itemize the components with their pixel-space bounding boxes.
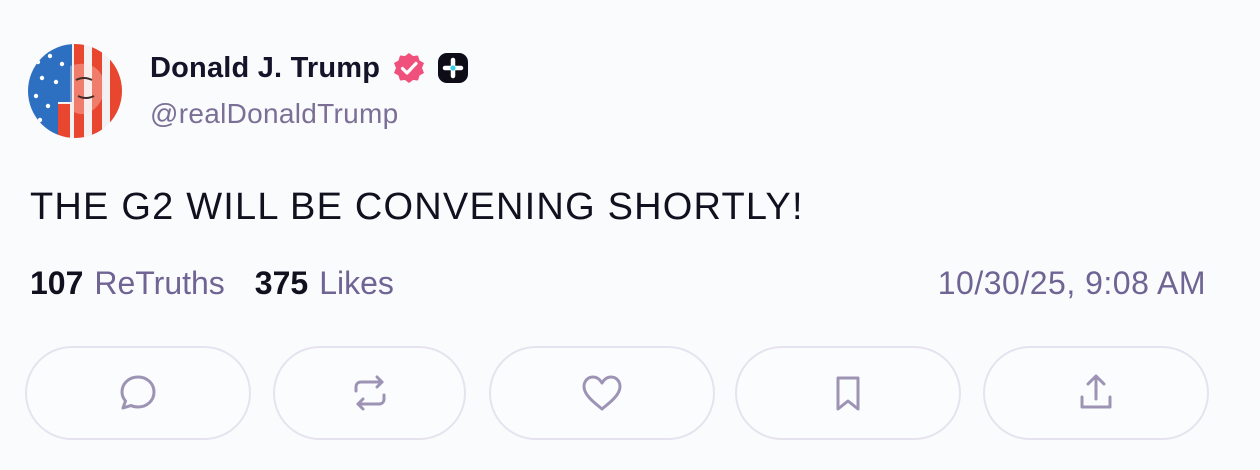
plus-badge-icon xyxy=(436,51,470,85)
author-handle[interactable]: @realDonaldTrump xyxy=(150,98,399,130)
likes-label: Likes xyxy=(319,265,394,301)
like-button[interactable] xyxy=(489,346,715,440)
post-timestamp[interactable]: 10/30/25, 9:08 AM xyxy=(938,265,1206,302)
repost-arrows-icon xyxy=(354,375,385,411)
likes-stat[interactable]: 375 Likes xyxy=(255,265,394,302)
post-text: THE G2 WILL BE CONVENING SHORTLY! xyxy=(30,186,804,228)
retruths-stat[interactable]: 107 ReTruths xyxy=(30,265,225,302)
post-card: Donald J. Trump @realDonaldTrump THE G2 … xyxy=(0,0,1260,470)
flag-face-avatar xyxy=(28,44,122,138)
reply-button[interactable] xyxy=(25,346,251,440)
author-name-row: Donald J. Trump xyxy=(150,50,470,86)
retruths-count: 107 xyxy=(30,265,84,301)
bookmark-button[interactable] xyxy=(735,346,961,440)
post-stats: 107 ReTruths 375 Likes xyxy=(30,265,394,302)
bookmark-icon xyxy=(836,376,860,411)
retruths-label: ReTruths xyxy=(94,265,225,301)
retruth-button[interactable] xyxy=(273,346,466,440)
verified-badge-icon xyxy=(392,51,426,85)
likes-count: 375 xyxy=(254,265,309,301)
share-upload-icon xyxy=(1080,374,1112,409)
heart-icon xyxy=(582,375,622,411)
speech-bubble-icon xyxy=(120,375,156,410)
share-button[interactable] xyxy=(983,346,1209,440)
avatar[interactable] xyxy=(28,44,122,138)
author-display-name[interactable]: Donald J. Trump xyxy=(150,52,380,85)
